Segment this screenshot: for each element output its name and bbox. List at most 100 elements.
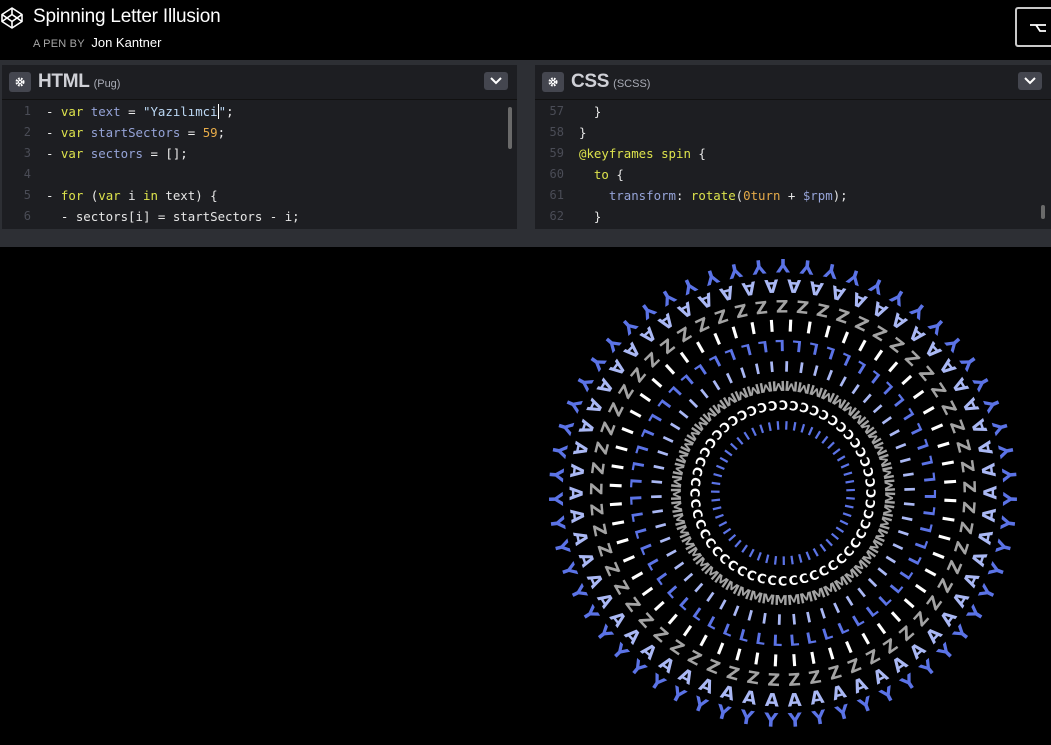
line-number: 58: [549, 125, 564, 139]
ring-letter: A: [948, 374, 973, 397]
ring-letter: C: [688, 476, 704, 487]
ring-letter: L: [643, 556, 664, 573]
ring-letter: L: [720, 620, 736, 640]
code-line[interactable]: 61 transform: rotate(0turn + $rpm);: [535, 185, 1051, 206]
code-token: = [];: [142, 146, 188, 161]
codepen-logo-icon[interactable]: [0, 6, 24, 30]
ring-letter: I: [842, 638, 855, 658]
ring-letter: A: [605, 355, 630, 379]
html-settings-button[interactable]: [9, 72, 31, 92]
ring-letter: M: [771, 377, 785, 394]
html-code-area[interactable]: 1 - var text = "Yazılımci"; 2 - var startSe…: [2, 101, 517, 229]
code-line[interactable]: 4: [2, 164, 517, 185]
ring-letter: Y: [925, 313, 951, 339]
ring-letter: A: [565, 463, 587, 479]
ring-letter: I: [811, 361, 820, 378]
ring-letter: Z: [712, 304, 730, 327]
ring-letter: L: [737, 626, 751, 646]
ring-letter: I: [712, 512, 727, 521]
ring-letter: I: [776, 613, 782, 629]
ring-letter: Y: [980, 393, 1006, 415]
ring-letter: Y: [942, 330, 968, 356]
code-line[interactable]: 1 - var text = "Yazılımci";: [2, 101, 517, 122]
ring-letter: I: [768, 357, 775, 373]
css-dropdown-button[interactable]: [1018, 72, 1042, 90]
ring-letter: I: [733, 645, 744, 665]
ring-letter: A: [974, 528, 998, 546]
ring-letter: I: [752, 649, 761, 669]
ring-letter: I: [666, 419, 682, 432]
ring-letter: L: [887, 578, 907, 597]
code-token: );: [832, 188, 848, 203]
ring-letter: I: [935, 532, 955, 543]
ring-letter: M: [667, 487, 683, 501]
ring-letter: L: [631, 526, 651, 541]
ring-letter: Z: [958, 459, 980, 474]
ring-letter: Z: [957, 520, 979, 536]
editor-resizer[interactable]: [517, 65, 535, 229]
ring-letter: I: [612, 536, 632, 547]
preprocessor-label: (SCSS): [613, 78, 651, 90]
ring-letter: Y: [598, 330, 624, 356]
html-dropdown-button[interactable]: [484, 72, 508, 90]
ring-letter: I: [676, 348, 692, 367]
ring-letter: I: [900, 595, 918, 612]
ring-letter: I: [766, 419, 773, 434]
ring-letter: Z: [595, 419, 618, 438]
ring-letter: I: [661, 360, 678, 378]
ring-letter: A: [564, 486, 585, 500]
ring-letter: I: [723, 369, 735, 386]
ring-letter: A: [888, 308, 911, 333]
gear-icon: [15, 77, 25, 87]
code-line[interactable]: 5 - for (var i in text) {: [2, 185, 517, 206]
ring-letter: Y: [571, 370, 598, 394]
ring-letter: Y: [997, 515, 1021, 533]
fork-button[interactable]: [1015, 7, 1051, 47]
code-line[interactable]: 58}: [535, 122, 1051, 143]
code-token: {: [616, 167, 624, 182]
ring-letter: A: [905, 322, 929, 347]
spinning-letter-rings: Y Y Y Y Y YYYYYYYYYYYYYYYYYYYYYYYYYYYYYYYYYYY…: [544, 254, 1022, 732]
ring-letter: A: [829, 681, 848, 705]
ring-letter: L: [863, 601, 882, 621]
ring-letter: Y: [552, 416, 577, 437]
ring-letter: Y: [547, 441, 571, 460]
code-line[interactable]: 6 - sectors[i] = startSectors - i;: [2, 206, 517, 227]
ring-letter: I: [885, 357, 902, 375]
ring-letter: L: [849, 610, 867, 631]
code-line[interactable]: 3 - var sectors = [];: [2, 143, 517, 164]
ring-letter: Z: [613, 380, 637, 401]
code-token: var: [60, 146, 91, 161]
html-editor-title: HTML (Pug): [38, 71, 120, 93]
ring-letter: L: [852, 357, 870, 378]
ring-letter: A: [936, 355, 961, 379]
ring-letter: Y: [799, 255, 816, 278]
ring-letter: Y: [583, 349, 610, 374]
css-scrollbar[interactable]: [1041, 205, 1045, 219]
author-link[interactable]: Jon Kantner: [91, 35, 161, 50]
ring-letter: Y: [545, 514, 569, 532]
ring-letter: I: [716, 597, 728, 614]
css-code-area[interactable]: 57 } 58} 59 @keyframes spin {60 to {61 tran…: [535, 101, 1051, 229]
code-line[interactable]: 62 }: [535, 206, 1051, 227]
ring-letter: I: [934, 439, 954, 450]
ring-letter: L: [865, 366, 884, 386]
ring-letter: I: [875, 565, 891, 579]
ring-letter: I: [941, 497, 960, 504]
code-line[interactable]: 60 to {: [535, 164, 1051, 185]
ring-letter: I: [606, 482, 625, 489]
code-line[interactable]: 57 }: [535, 101, 1051, 122]
ring-letter: L: [665, 382, 685, 402]
css-settings-button[interactable]: [542, 72, 564, 92]
code-token: -: [46, 125, 61, 140]
ring-letter: L: [626, 495, 644, 506]
html-scrollbar[interactable]: [508, 107, 512, 149]
ring-letter: A: [568, 529, 592, 547]
ring-letter: L: [922, 489, 940, 499]
ring-letter: L: [917, 521, 937, 535]
code-line[interactable]: 59 @keyframes spin {: [535, 143, 1051, 164]
code-line[interactable]: 2 - var startSectors = 59;: [2, 122, 517, 143]
line-text: - for (var i in text) {: [46, 185, 218, 206]
ring-letter: M: [882, 478, 899, 493]
code-token: -: [46, 146, 61, 161]
